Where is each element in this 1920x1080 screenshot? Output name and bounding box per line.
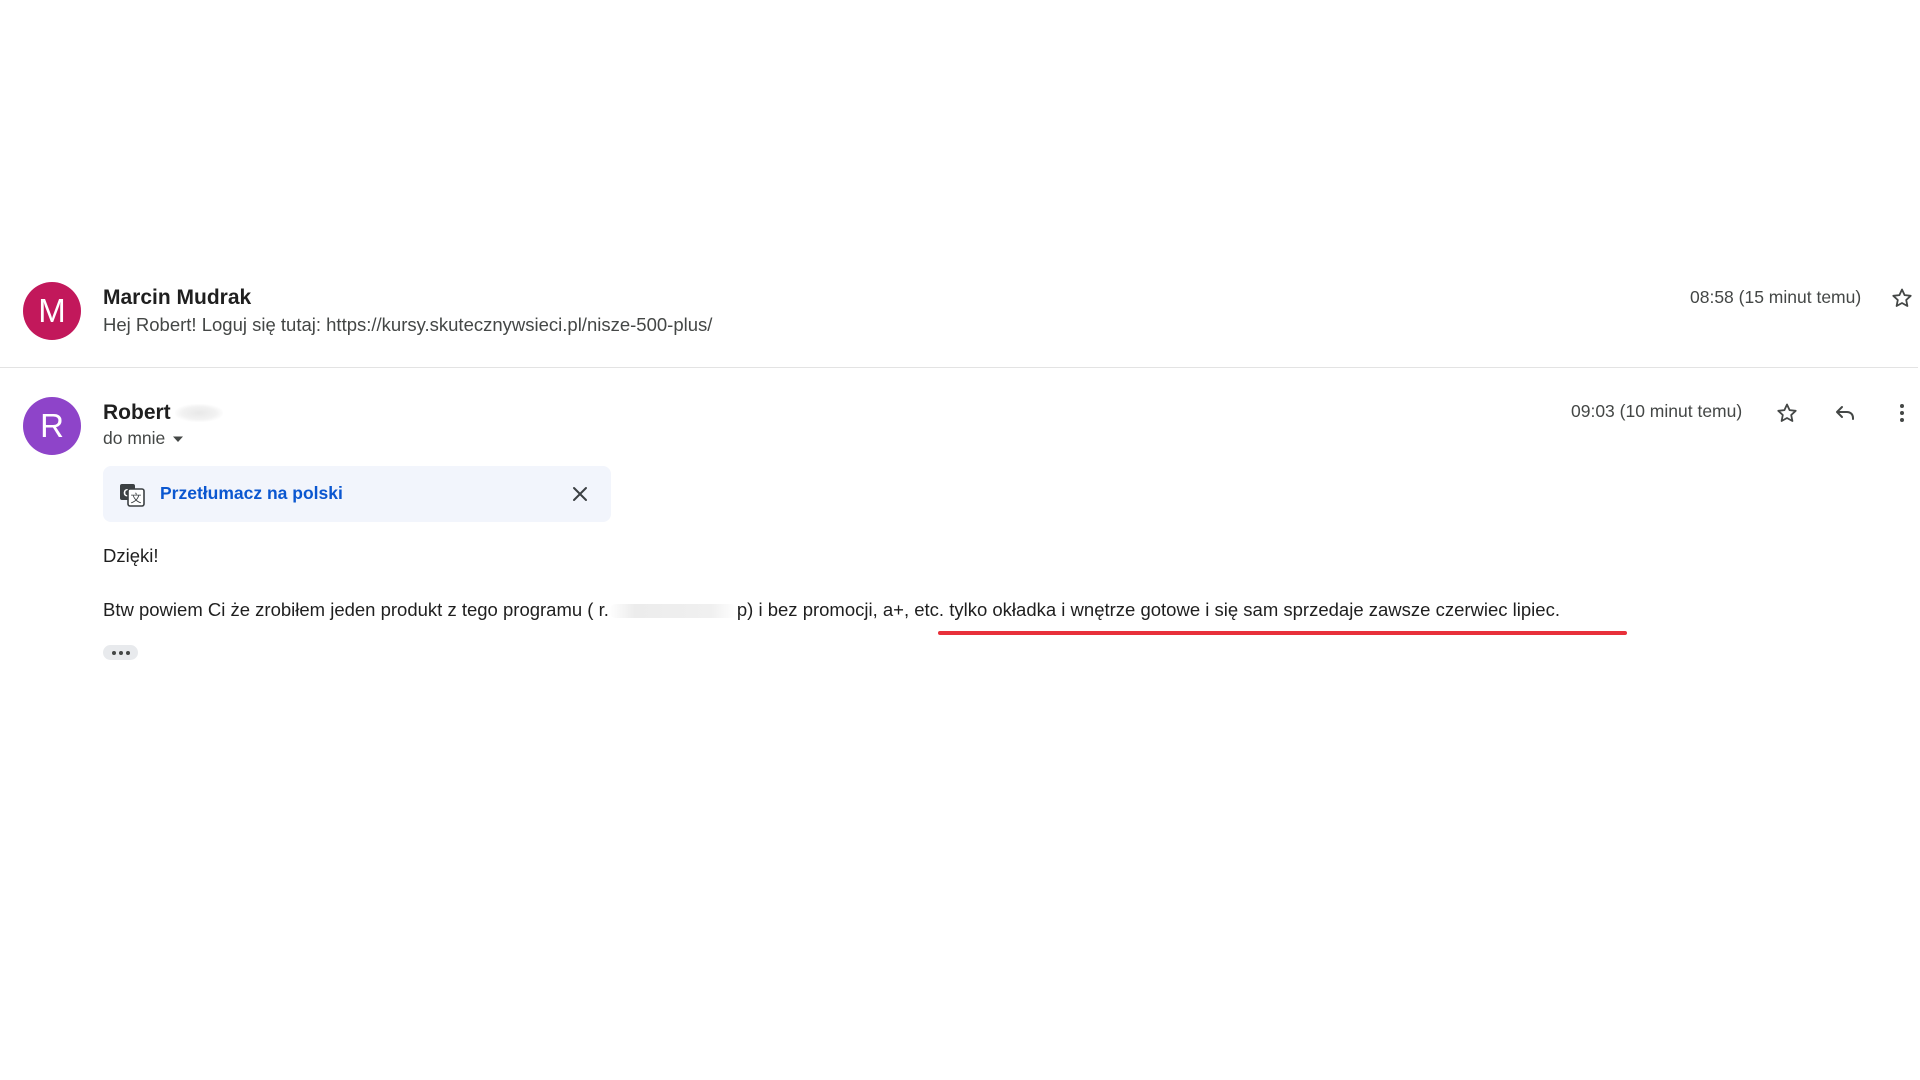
translate-bar: G 文 Przetłumacz na polski bbox=[103, 466, 611, 522]
redacted-surname bbox=[174, 404, 223, 423]
star-button[interactable] bbox=[1772, 398, 1802, 428]
reply-button[interactable] bbox=[1830, 398, 1860, 428]
translate-link[interactable]: Przetłumacz na polski bbox=[160, 483, 343, 504]
ellipsis-icon bbox=[111, 650, 116, 655]
redacted-text bbox=[608, 604, 737, 619]
recipient-details[interactable]: do mnie bbox=[103, 428, 185, 449]
message-timestamp: 08:58 (15 minut temu) bbox=[1690, 287, 1862, 307]
message-timestamp: 09:03 (10 minut temu) bbox=[1571, 401, 1743, 421]
message-greeting: Dzięki! bbox=[103, 545, 159, 566]
recipient-label: do mnie bbox=[103, 428, 166, 448]
svg-text:文: 文 bbox=[131, 491, 142, 505]
close-icon bbox=[573, 487, 587, 501]
reply-icon bbox=[1836, 406, 1854, 420]
caret-down-icon bbox=[173, 436, 184, 442]
avatar-marcin: M bbox=[23, 282, 81, 340]
sender-name: Robert bbox=[103, 401, 223, 425]
avatar-robert: R bbox=[23, 397, 81, 455]
message-body-line: Btw powiem Ci że zrobiłem jeden produkt … bbox=[103, 599, 1560, 621]
highlight-underline bbox=[938, 631, 1627, 635]
body-text-part1: Btw powiem Ci że zrobiłem jeden produkt … bbox=[103, 599, 609, 620]
message-snippet: Hej Robert! Loguj się tutaj: https://kur… bbox=[103, 314, 713, 335]
star-icon bbox=[1892, 288, 1912, 307]
star-icon bbox=[1777, 403, 1797, 422]
more-vert-icon bbox=[1900, 404, 1904, 422]
sender-first-name: Robert bbox=[103, 401, 171, 424]
more-options-button[interactable] bbox=[1887, 398, 1917, 428]
star-button[interactable] bbox=[1887, 283, 1917, 313]
show-trimmed-content-button[interactable] bbox=[103, 645, 138, 660]
message-marcin[interactable]: M Marcin Mudrak Hej Robert! Loguj się tu… bbox=[0, 270, 1920, 367]
translate-icon: G 文 bbox=[120, 484, 145, 507]
sender-name: Marcin Mudrak bbox=[103, 286, 252, 309]
close-translate-button[interactable] bbox=[565, 479, 595, 509]
body-text-part2: p) i bez promocji, a+, etc. tylko okładk… bbox=[736, 599, 1560, 620]
message-divider bbox=[0, 367, 1918, 368]
